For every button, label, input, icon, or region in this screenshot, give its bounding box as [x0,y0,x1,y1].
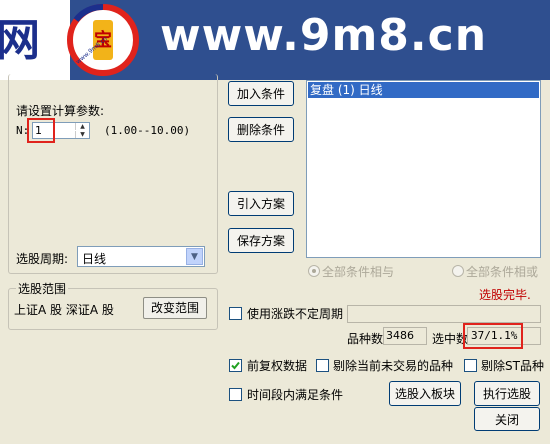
execute-button[interactable]: 执行选股 [474,381,540,406]
logic-or-label: 全部条件相或 [466,265,539,279]
n-down-icon[interactable]: ▼ [75,131,89,138]
uncertain-period-field[interactable] [347,305,541,323]
logic-and-radio[interactable] [308,265,320,277]
import-plan-button[interactable]: 引入方案 [228,191,294,216]
count-label: 品种数 [347,332,384,346]
time-range-label: 时间段内满足条件 [247,388,344,402]
banner: 网 宝 www.9m8.cn www.9m8.cn [0,0,550,80]
save-plan-button[interactable]: 保存方案 [228,228,294,253]
params-label: 请设置计算参数: [16,104,105,118]
count-value: 3486 [383,327,427,345]
logic-and-label: 全部条件相与 [322,265,395,279]
status-text: 选股完毕. [479,288,531,302]
change-range-button[interactable]: 改变范围 [143,297,207,319]
n-highlight-box [27,118,55,143]
period-select-value: 日线 [82,252,107,266]
time-range-checkbox[interactable] [229,388,242,401]
delete-condition-button[interactable]: 删除条件 [228,117,294,142]
n-range: (1.00--10.00) [104,124,191,137]
uncertain-period-label: 使用涨跌不定周期 [247,307,344,321]
site-logo: 宝 www.9m8.cn [67,4,139,76]
checkmark-icon [231,361,240,370]
range-legend: 选股范围 [16,280,69,297]
banner-url: www.9m8.cn [160,10,488,61]
selected-highlight-box [463,323,523,349]
period-label: 选股周期: [16,252,69,266]
logic-or-radio[interactable] [452,265,464,277]
exclude-st-checkbox[interactable] [464,359,477,372]
forward-adjust-label: 前复权数据 [247,359,308,373]
condition-item[interactable]: 复盘 (1) 日线 [308,82,539,98]
range-value: 上证A 股 深证A 股 [14,303,114,317]
chevron-down-icon[interactable]: ▼ [186,248,203,265]
period-select[interactable]: 日线 ▼ [77,246,205,267]
close-button[interactable]: 关闭 [474,407,540,431]
condition-list[interactable]: 复盘 (1) 日线 [306,80,541,258]
exclude-untraded-label: 剔除当前未交易的品种 [333,359,454,373]
select-to-block-button[interactable]: 选股入板块 [389,381,461,406]
uncertain-period-checkbox[interactable] [229,307,242,320]
banner-site-char: 网 [0,15,40,66]
exclude-untraded-checkbox[interactable] [316,359,329,372]
forward-adjust-checkbox[interactable] [229,359,242,372]
add-condition-button[interactable]: 加入条件 [228,81,294,106]
n-up-icon[interactable]: ▲ [75,123,89,130]
exclude-st-label: 剔除ST品种 [481,359,544,373]
